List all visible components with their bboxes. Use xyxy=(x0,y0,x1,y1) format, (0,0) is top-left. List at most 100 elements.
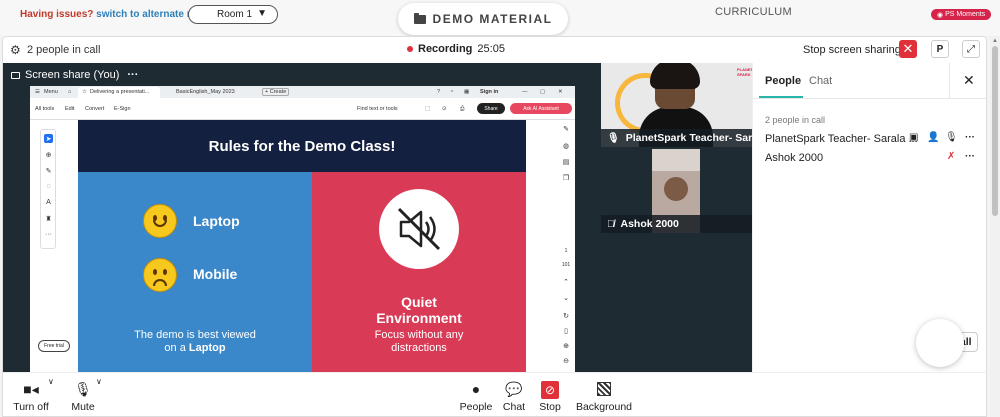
share-button[interactable]: Share xyxy=(477,103,505,114)
ps-moments-badge[interactable]: ◉ PS Moments xyxy=(931,9,992,20)
camera-options-caret-icon[interactable]: ∨ xyxy=(48,377,54,386)
esign-menu[interactable]: E-Sign xyxy=(114,106,131,112)
browser-tab-2[interactable]: BasicEnglish_May 2023 xyxy=(176,89,235,95)
maximize-icon[interactable]: ▢ xyxy=(540,89,545,95)
window-close-icon[interactable]: ✕ xyxy=(558,89,563,95)
print-icon[interactable]: ⎙ xyxy=(460,106,464,113)
zoom-icon[interactable]: ⊕ xyxy=(44,150,53,159)
more-options-icon[interactable]: ··· xyxy=(965,132,975,143)
more-options-icon[interactable]: ··· xyxy=(965,151,975,162)
demo-material-label: DEMO MATERIAL xyxy=(432,12,553,26)
tab-people[interactable]: People xyxy=(765,75,801,87)
more-tools-icon[interactable]: ··· xyxy=(44,230,53,239)
quiet-environment-heading: Quiet Environment xyxy=(312,294,526,326)
folder-icon xyxy=(413,12,426,24)
save-icon[interactable]: ⬚ xyxy=(425,106,430,112)
top-banner: Having issues? switch to alternate room … xyxy=(0,0,1000,36)
star-icon: ☆ xyxy=(82,89,87,95)
stamp-icon[interactable]: ♜ xyxy=(44,214,53,223)
page-icon[interactable]: ▯ xyxy=(562,327,570,335)
chat-label: Chat xyxy=(502,401,526,413)
menu-icon[interactable]: ☰ xyxy=(35,89,40,95)
participant-row[interactable]: Ashok 2000 ✗ ··· xyxy=(765,150,986,166)
participant-row[interactable]: PlanetSpark Teacher- Sarala ... ▣ 👤 🎙 ··… xyxy=(765,131,986,147)
refresh-icon[interactable]: ↻ xyxy=(562,312,570,320)
slide-right-panel: Quiet Environment Focus without any dist… xyxy=(312,172,526,372)
expand-icon: ⤢ xyxy=(967,43,975,55)
fullscreen-button[interactable]: ⤢ xyxy=(962,40,980,58)
link-icon[interactable]: ⊙ xyxy=(442,106,447,112)
convert-menu[interactable]: Convert xyxy=(85,106,104,112)
lasso-icon[interactable]: ◌ xyxy=(44,182,53,191)
microphone-muted-icon: 🎙̸ xyxy=(607,218,615,230)
gear-icon[interactable]: ⚙ xyxy=(10,43,21,57)
bell-icon[interactable]: ◔ xyxy=(450,89,453,95)
more-options-icon[interactable]: ··· xyxy=(127,69,138,81)
comment-icon[interactable]: ✎ xyxy=(562,125,570,133)
close-panel-icon[interactable]: ✕ xyxy=(963,72,975,89)
student-video-tile[interactable]: 🎙̸ Ashok 2000 xyxy=(601,149,752,233)
mic-toggle-button[interactable]: 🎙 Mute xyxy=(67,379,99,413)
scrollbar-thumb[interactable] xyxy=(992,46,998,216)
participant-name: PlanetSpark Teacher- Sarala ... xyxy=(765,133,918,145)
people-button[interactable]: ● People xyxy=(458,379,494,413)
curriculum-link[interactable]: CURRICULUM xyxy=(715,6,792,18)
copy-icon[interactable]: ❐ xyxy=(562,174,570,182)
text-icon[interactable]: A xyxy=(44,198,53,207)
pen-icon[interactable]: ✎ xyxy=(44,166,53,175)
home-icon[interactable]: ⌂ xyxy=(68,89,71,95)
scroll-up-icon[interactable]: ▲ xyxy=(992,38,998,44)
page-scrollbar[interactable]: ▲ xyxy=(990,36,1000,417)
browser-tab-1[interactable]: Delivering a presentati... xyxy=(90,89,149,95)
find-text-input[interactable]: Find text or tools xyxy=(357,106,398,112)
teacher-video-tile[interactable]: PLANET SPARK 🎙 PlanetSpark Teacher- Sara… xyxy=(601,63,752,147)
help-icon[interactable]: ? xyxy=(437,89,440,95)
background-button[interactable]: Background xyxy=(575,379,633,413)
cursor-icon[interactable]: ➤ xyxy=(44,134,53,143)
minimize-icon[interactable]: — xyxy=(522,89,528,95)
sign-in-link[interactable]: Sign in xyxy=(480,89,498,95)
ai-assistant-button[interactable]: Ask AI Assistant xyxy=(510,103,572,114)
demo-material-button[interactable]: DEMO MATERIAL xyxy=(398,3,568,35)
zoom-out-icon[interactable]: ⊖ xyxy=(562,357,570,365)
demo-note-line1: The demo is best viewed xyxy=(134,329,256,341)
room-select[interactable]: Room 1 ▼ xyxy=(188,5,278,24)
chevron-up-icon[interactable]: ⌃ xyxy=(562,278,570,286)
tab-chat[interactable]: Chat xyxy=(809,75,832,87)
chevron-down-icon[interactable]: ⌄ xyxy=(562,294,570,302)
microphone-icon[interactable]: 🎙 xyxy=(945,132,958,143)
mute-speaker-icon xyxy=(379,189,459,269)
demo-note-line2: on a Laptop xyxy=(120,342,270,355)
mic-options-caret-icon[interactable]: ∨ xyxy=(96,377,102,386)
apps-icon[interactable]: ▦ xyxy=(464,89,469,95)
stop-label: Stop xyxy=(539,401,561,413)
pdf-right-rail: ✎ ◍ ▤ ❐ 1 101 ⌃ ⌄ ↻ ▯ ⊕ ⊖ xyxy=(557,122,575,372)
current-page[interactable]: 1 xyxy=(561,248,571,254)
chat-button[interactable]: 💬 Chat xyxy=(501,379,527,413)
zoom-in-icon[interactable]: ⊕ xyxy=(562,342,570,350)
floating-action-button[interactable] xyxy=(916,319,964,367)
free-trial-button[interactable]: Free trial xyxy=(38,340,70,352)
p-button[interactable]: P xyxy=(931,40,949,58)
people-count: 2 people in call xyxy=(27,44,101,56)
pdf-toolbar: All tools Edit Convert E-Sign Find text … xyxy=(30,98,575,120)
call-window: ⚙ 2 people in call Recording 25:05 Stop … xyxy=(2,36,987,417)
stop-sharing-button[interactable]: ✕ xyxy=(899,40,917,58)
stop-share-button[interactable]: ⊘ Stop xyxy=(537,379,563,413)
slide-title: Rules for the Demo Class! xyxy=(78,120,526,172)
camera-icon: ◉ xyxy=(937,11,944,19)
microphone-muted-icon[interactable]: ✗ xyxy=(947,151,955,162)
edit-menu[interactable]: Edit xyxy=(65,106,74,112)
stop-screen-icon: ⊘ xyxy=(541,381,559,399)
new-tab-button[interactable]: + Create xyxy=(262,88,290,96)
camera-toggle-button[interactable]: ■◂ Turn off xyxy=(13,379,49,413)
recording-indicator: Recording 25:05 xyxy=(407,43,505,55)
student-name: Ashok 2000 xyxy=(620,218,679,230)
browser-menu-label[interactable]: Menu xyxy=(44,89,58,95)
page-thumbnails-icon[interactable]: ▤ xyxy=(562,158,570,166)
video-camera-icon: ■◂ xyxy=(23,381,39,397)
all-tools-menu[interactable]: All tools xyxy=(35,106,54,112)
demo-note: The demo is best viewed on a Laptop xyxy=(120,329,270,355)
bookmark-icon[interactable]: ◍ xyxy=(562,142,570,150)
person-mic-icon[interactable]: 👤 xyxy=(927,132,939,143)
